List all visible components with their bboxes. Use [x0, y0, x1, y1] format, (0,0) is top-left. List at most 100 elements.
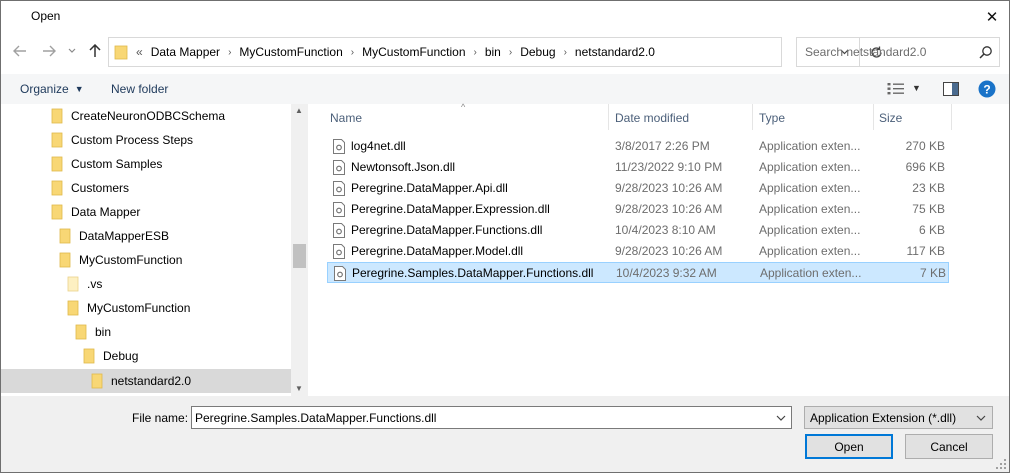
- breadcrumb-item[interactable]: MyCustomFunction: [239, 45, 342, 59]
- close-button[interactable]: ✕: [975, 1, 1009, 32]
- view-options-caret-icon[interactable]: ▼: [912, 83, 921, 93]
- column-divider[interactable]: [873, 104, 874, 130]
- cancel-button[interactable]: Cancel: [905, 434, 993, 459]
- open-button-label: Open: [834, 439, 864, 454]
- chevron-down-icon[interactable]: [776, 411, 786, 425]
- file-row-selected[interactable]: Peregrine.Samples.DataMapper.Functions.d…: [327, 262, 949, 283]
- column-divider[interactable]: [951, 104, 952, 130]
- preview-pane-icon[interactable]: [943, 82, 959, 96]
- folder-icon: [75, 324, 87, 340]
- nav-item-label: Customers: [71, 181, 130, 195]
- nav-item[interactable]: Custom Process Steps: [51, 128, 193, 152]
- nav-scrollbar[interactable]: ▲ ▼: [291, 104, 308, 396]
- file-date: 3/8/2017 2:26 PM: [615, 139, 710, 153]
- file-row[interactable]: Peregrine.DataMapper.Api.dll 9/28/2023 1…: [327, 178, 949, 199]
- folder-icon: [67, 300, 79, 316]
- nav-item-label: bin: [95, 325, 112, 339]
- dll-file-icon: [333, 139, 345, 154]
- scroll-down-icon[interactable]: ▼: [295, 384, 303, 393]
- file-size: 7 KB: [919, 266, 946, 280]
- nav-item[interactable]: Custom Samples: [51, 152, 162, 176]
- breadcrumb-overflow[interactable]: «: [136, 45, 143, 59]
- dll-file-icon: [333, 244, 345, 259]
- nav-item[interactable]: MyCustomFunction: [59, 248, 182, 272]
- column-header-size[interactable]: Size: [879, 104, 949, 130]
- view-details-icon[interactable]: [887, 82, 905, 96]
- breadcrumb-item[interactable]: Debug: [520, 45, 555, 59]
- breadcrumb: « Data Mapper › MyCustomFunction › MyCus…: [136, 45, 655, 59]
- file-name-label: File name:: [132, 411, 189, 425]
- nav-item[interactable]: .vs: [67, 272, 102, 296]
- nav-item[interactable]: bin: [75, 320, 111, 344]
- file-row[interactable]: Peregrine.DataMapper.Functions.dll 10/4/…: [327, 220, 949, 241]
- up-button[interactable]: [86, 42, 104, 60]
- help-icon[interactable]: ?: [978, 80, 996, 98]
- breadcrumb-item[interactable]: Data Mapper: [151, 45, 220, 59]
- file-date: 9/28/2023 10:26 AM: [615, 244, 723, 258]
- file-row[interactable]: Newtonsoft.Json.dll 11/23/2022 9:10 PM A…: [327, 157, 949, 178]
- folder-icon: [59, 228, 71, 244]
- column-header-type[interactable]: Type: [759, 104, 875, 130]
- breadcrumb-separator[interactable]: ›: [228, 47, 231, 58]
- file-row[interactable]: Peregrine.DataMapper.Expression.dll 9/28…: [327, 199, 949, 220]
- search-icon: [979, 46, 992, 59]
- organize-menu[interactable]: Organize ▼: [20, 82, 84, 96]
- file-row[interactable]: Peregrine.DataMapper.Model.dll 9/28/2023…: [327, 241, 949, 262]
- file-name: Peregrine.DataMapper.Expression.dll: [351, 202, 550, 216]
- breadcrumb-item[interactable]: MyCustomFunction: [362, 45, 465, 59]
- breadcrumb-separator[interactable]: ›: [474, 47, 477, 58]
- nav-scroll-thumb[interactable]: [293, 244, 306, 268]
- nav-item-label: Custom Process Steps: [71, 133, 194, 147]
- column-header-name[interactable]: Name: [330, 104, 610, 130]
- scroll-up-icon[interactable]: ▲: [295, 106, 303, 115]
- open-button[interactable]: Open: [805, 434, 893, 459]
- file-name: Peregrine.DataMapper.Model.dll: [351, 244, 524, 258]
- address-bar[interactable]: « Data Mapper › MyCustomFunction › MyCus…: [108, 37, 882, 67]
- nav-item-label: DataMapperESB: [79, 229, 170, 243]
- breadcrumb-item[interactable]: netstandard2.0: [575, 45, 655, 59]
- folder-icon: [91, 373, 103, 389]
- breadcrumb-separator[interactable]: ›: [564, 47, 567, 58]
- file-size: 696 KB: [905, 160, 945, 174]
- nav-item-label: Data Mapper: [71, 205, 141, 219]
- nav-item[interactable]: MyCustomFunction: [67, 296, 190, 320]
- column-divider[interactable]: [752, 104, 753, 130]
- resize-grip-icon[interactable]: [995, 458, 1007, 470]
- search-input[interactable]: [805, 45, 975, 59]
- file-row[interactable]: log4net.dll 3/8/2017 2:26 PM Application…: [327, 136, 949, 157]
- nav-item[interactable]: Debug: [83, 344, 138, 368]
- folder-icon: [51, 204, 63, 220]
- forward-button[interactable]: [40, 42, 58, 60]
- column-divider[interactable]: [608, 104, 609, 130]
- close-icon: ✕: [985, 8, 999, 26]
- file-name-value[interactable]: Peregrine.Samples.DataMapper.Functions.d…: [195, 411, 436, 425]
- file-date: 10/4/2023 9:32 AM: [616, 266, 717, 280]
- column-header-date[interactable]: Date modified: [615, 104, 751, 130]
- dll-file-icon: [334, 266, 346, 281]
- nav-item[interactable]: CreateNeuronODBCSchema: [51, 104, 225, 128]
- file-size: 23 KB: [912, 181, 945, 195]
- nav-item[interactable]: Customers: [51, 176, 129, 200]
- file-name: Newtonsoft.Json.dll: [351, 160, 456, 174]
- nav-item-selected[interactable]: netstandard2.0: [1, 369, 291, 393]
- nav-item[interactable]: DataMapperESB: [59, 224, 169, 248]
- search-box[interactable]: [796, 37, 1000, 67]
- column-header-label: Date modified: [615, 111, 690, 125]
- recent-locations-button[interactable]: [63, 42, 81, 60]
- file-name-field[interactable]: Peregrine.Samples.DataMapper.Functions.d…: [191, 406, 792, 429]
- folder-icon: [59, 252, 71, 268]
- cancel-button-label: Cancel: [930, 439, 968, 454]
- file-type: Application exten...: [760, 266, 862, 280]
- folder-icon: [51, 156, 63, 172]
- breadcrumb-separator[interactable]: ›: [509, 47, 512, 58]
- breadcrumb-item[interactable]: bin: [485, 45, 501, 59]
- column-header-label: Size: [879, 111, 903, 125]
- file-type-select[interactable]: Application Extension (*.dll): [804, 406, 993, 429]
- new-folder-button[interactable]: New folder: [111, 82, 168, 96]
- nav-item[interactable]: Data Mapper: [51, 200, 140, 224]
- dll-file-icon: [333, 181, 345, 196]
- back-button[interactable]: [11, 42, 29, 60]
- breadcrumb-separator[interactable]: ›: [351, 47, 354, 58]
- file-name: Peregrine.DataMapper.Functions.dll: [351, 223, 543, 237]
- nav-item-label: MyCustomFunction: [87, 301, 191, 315]
